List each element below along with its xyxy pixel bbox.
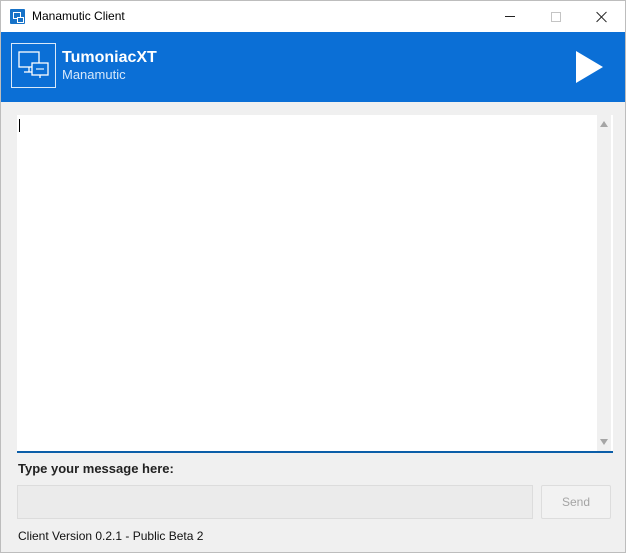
brand-subtitle: Manamutic (62, 67, 126, 82)
scroll-up-arrow-icon[interactable] (600, 121, 608, 127)
version-label: Client Version 0.2.1 - Public Beta 2 (18, 529, 204, 543)
text-caret (19, 119, 20, 132)
maximize-button[interactable] (533, 1, 579, 32)
maximize-icon (551, 11, 561, 22)
scroll-down-arrow-icon[interactable] (600, 439, 608, 445)
message-input[interactable] (17, 485, 533, 519)
message-prompt-label: Type your message here: (18, 461, 174, 476)
minimize-button[interactable] (487, 1, 533, 32)
close-icon (596, 11, 608, 23)
close-button[interactable] (579, 1, 625, 32)
app-header: TumoniacXT Manamutic (1, 32, 625, 102)
window-title: Manamutic Client (32, 9, 125, 23)
monitors-icon (18, 51, 49, 78)
minimize-icon (505, 16, 515, 17)
send-button[interactable]: Send (541, 485, 611, 519)
play-icon[interactable] (573, 50, 607, 84)
app-window: Manamutic Client TumoniacXT Manamutic Ty… (0, 0, 626, 553)
brand-title: TumoniacXT (62, 49, 157, 66)
chat-log[interactable] (17, 115, 613, 453)
app-icon (10, 9, 25, 24)
chat-scrollbar[interactable] (597, 115, 611, 451)
logo (11, 43, 56, 88)
title-bar[interactable]: Manamutic Client (1, 1, 625, 32)
